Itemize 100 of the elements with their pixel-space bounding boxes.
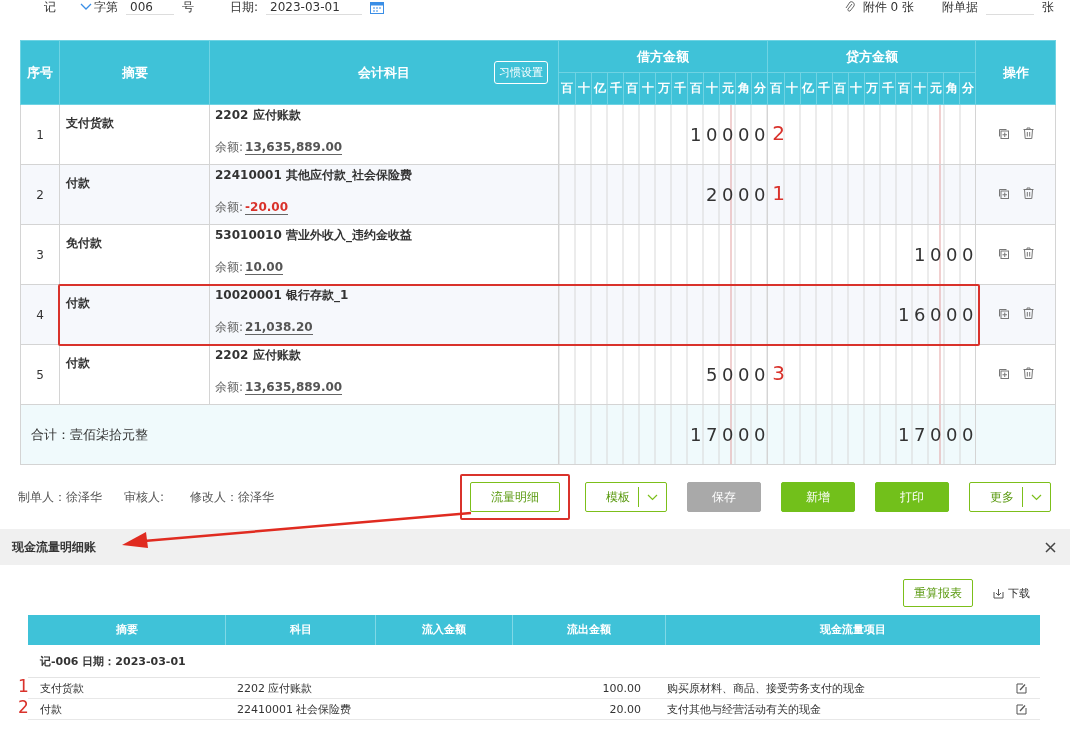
credit-amount: 16000 (898, 303, 978, 325)
table-cell-text: 100.00 (601, 681, 642, 695)
copy-add-icon[interactable] (997, 187, 1010, 199)
panel-title: 现金流量明细账 (12, 538, 96, 556)
dropdown-button[interactable]: 更多 (969, 482, 1051, 512)
digit-unit: 亿 (799, 73, 816, 104)
column-header: 摘要 (114, 622, 139, 638)
attachment-link[interactable]: 附件 0 张 (862, 0, 914, 14)
digit-unit: 百 (768, 80, 783, 97)
summary-text: 付款 (66, 296, 90, 310)
digit-unit: 十 (911, 73, 928, 104)
table-cell-text: 支付货款 (40, 680, 85, 696)
total-label: 合计：壹佰柒拾元整 (31, 426, 148, 442)
annotation-number: 2 (772, 122, 785, 144)
digit-unit: 元 (719, 73, 735, 104)
voucher-word: 记 (44, 0, 56, 14)
digit-unit: 百 (895, 73, 912, 104)
digit-unit: 百 (687, 73, 703, 104)
column-header: 借方金额 (558, 40, 768, 73)
digit-unit: 十 (703, 73, 719, 104)
number-suffix: 号 (182, 0, 194, 14)
action-button[interactable]: 新增 (781, 482, 855, 512)
action-button[interactable]: 打印 (875, 482, 949, 512)
digit-unit: 百 (623, 73, 639, 104)
trash-icon[interactable] (1022, 367, 1034, 379)
digit-unit: 万 (863, 73, 880, 104)
digit-unit: 角 (943, 73, 960, 104)
edit-icon[interactable] (1016, 703, 1027, 715)
maker-label: 制单人：徐泽华 (18, 488, 102, 506)
debit-total: 17000 (690, 423, 770, 445)
recalculate-button[interactable]: 重算报表 (903, 579, 973, 607)
digit-unit: 千 (607, 73, 623, 104)
summary-text: 付款 (66, 176, 90, 190)
calendar-icon[interactable] (370, 0, 385, 14)
debit-amount: 10000 (690, 123, 770, 145)
balance-value: 10.00 (245, 260, 283, 275)
annotation-number: 2 (18, 697, 29, 717)
digit-unit: 十 (783, 73, 800, 104)
balance-label: 余额: (215, 380, 244, 394)
date-field[interactable]: 2023-03-01 (266, 0, 363, 15)
table-cell-text: 支付其他与经营活动有关的现金 (666, 701, 822, 717)
settings-button[interactable]: 习惯设置 (494, 61, 548, 84)
copy-add-icon[interactable] (997, 247, 1010, 259)
digit-unit: 分 (959, 73, 975, 104)
table-cell-text: 购买原材料、商品、接受劳务支付的现金 (666, 680, 866, 696)
voucher-group-title: 记-006 日期：2023-03-01 (40, 653, 186, 669)
balance-value: 13,635,889.00 (245, 140, 343, 155)
edit-icon[interactable] (1016, 682, 1027, 694)
paperclip-icon[interactable] (844, 1, 855, 13)
copy-add-icon[interactable] (997, 367, 1010, 379)
table-cell-text: 2202 应付账款 (237, 680, 314, 696)
column-header: 会计科目 (358, 64, 410, 80)
download-link[interactable]: 下载 (1008, 585, 1030, 601)
action-button[interactable]: 流量明细 (470, 482, 560, 512)
digit-unit: 千 (879, 73, 896, 104)
table-cell-text: 付款 (40, 701, 63, 717)
balance-value: 21,038.20 (245, 320, 313, 335)
column-header: 流入金额 (375, 615, 512, 645)
summary-text: 支付货款 (66, 116, 114, 130)
account-text: 2202 应付账款 (215, 107, 302, 124)
dropdown-button[interactable]: 模板 (585, 482, 667, 512)
caret-icon[interactable] (1031, 493, 1042, 501)
reviewer-label: 审核人: (124, 488, 165, 506)
annotation-number: 3 (772, 362, 785, 384)
debit-amount: 2000 (706, 183, 770, 205)
column-header: 操作 (975, 40, 1056, 105)
digit-unit: 角 (735, 73, 751, 104)
account-text: 53010010 营业外收入_违约金收益 (215, 227, 413, 245)
trash-icon[interactable] (1022, 247, 1034, 259)
account-text: 2202 应付账款 (215, 347, 302, 364)
voucher-number-field[interactable]: 006 (126, 0, 174, 15)
column-header: 贷方金额 (767, 40, 976, 73)
download-icon[interactable] (993, 587, 1004, 599)
copy-add-icon[interactable] (997, 127, 1010, 139)
balance-label: 余额: (215, 200, 244, 214)
trash-icon[interactable] (1022, 307, 1034, 319)
balance-value: 13,635,889.00 (245, 380, 343, 395)
doc-label: 附单据 (942, 0, 978, 14)
table-cell-text: 20.00 (608, 702, 642, 716)
digit-unit: 千 (671, 73, 687, 104)
row-number: 3 (20, 224, 60, 285)
annotation-number: 1 (18, 676, 29, 696)
digit-unit: 百 (831, 73, 848, 104)
column-header: 现金流量项目 (665, 615, 1040, 645)
annotation-number: 1 (772, 182, 785, 204)
close-icon[interactable] (1045, 541, 1056, 553)
column-header: 序号 (20, 40, 60, 105)
trash-icon[interactable] (1022, 127, 1034, 139)
column-header: 摘要 (59, 40, 210, 105)
row-number: 1 (20, 104, 60, 165)
digit-unit: 十 (847, 73, 864, 104)
caret-icon[interactable] (80, 3, 92, 11)
row-number: 5 (20, 344, 60, 405)
trash-icon[interactable] (1022, 187, 1034, 199)
column-header: 科目 (225, 615, 375, 645)
digit-unit: 十 (575, 73, 591, 104)
caret-icon[interactable] (647, 493, 658, 501)
copy-add-icon[interactable] (997, 307, 1010, 319)
modifier-label: 修改人：徐泽华 (190, 488, 275, 506)
account-text: 22410001 其他应付款_社会保险费 (215, 167, 413, 185)
